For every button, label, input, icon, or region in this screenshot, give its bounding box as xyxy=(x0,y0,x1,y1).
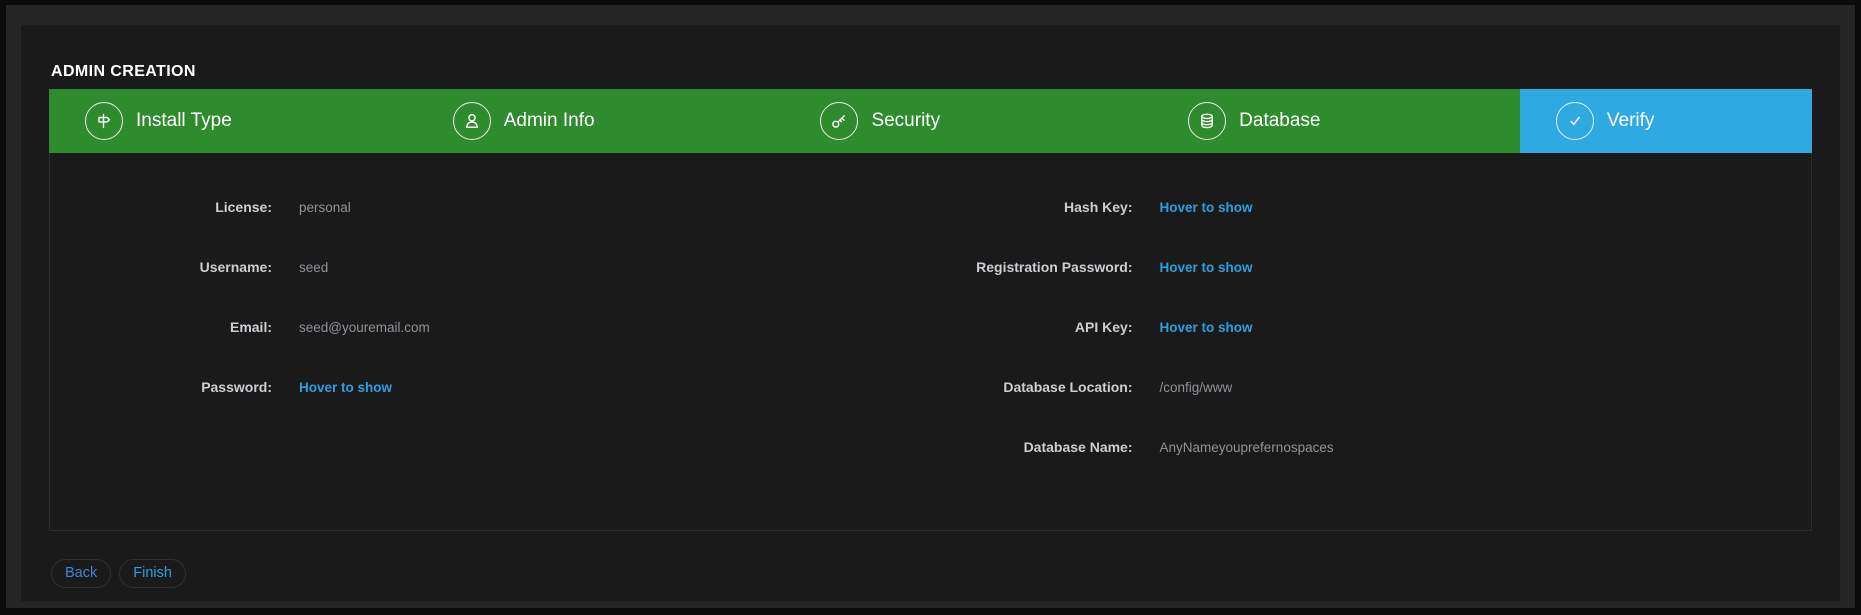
field-label: Hash Key: xyxy=(931,199,1133,215)
step-install-type[interactable]: Install Type xyxy=(49,89,417,153)
field-label: Database Name: xyxy=(931,439,1133,455)
field-label: Username: xyxy=(50,259,272,275)
field-database-location: Database Location: /config/www xyxy=(931,357,1812,417)
key-icon xyxy=(820,102,858,140)
field-value: personal xyxy=(272,200,931,215)
step-label: Install Type xyxy=(136,110,232,132)
field-label: Registration Password: xyxy=(931,259,1133,275)
screen: ADMIN CREATION Install Type xyxy=(0,0,1861,615)
api-key-hover-to-show[interactable]: Hover to show xyxy=(1133,320,1812,335)
password-hover-to-show[interactable]: Hover to show xyxy=(272,380,931,395)
field-value: seed@youremail.com xyxy=(272,320,931,335)
wizard-footer: Back Finish xyxy=(51,559,1812,588)
field-label: License: xyxy=(50,199,272,215)
field-hash-key: Hash Key: Hover to show xyxy=(931,177,1812,237)
registration-password-hover-to-show[interactable]: Hover to show xyxy=(1133,260,1812,275)
field-database-name: Database Name: AnyNameyouprefernospaces xyxy=(931,417,1812,477)
field-value: seed xyxy=(272,260,931,275)
field-api-key: API Key: Hover to show xyxy=(931,297,1812,357)
step-label: Database xyxy=(1239,110,1320,132)
summary-right-column: Hash Key: Hover to show Registration Pas… xyxy=(931,177,1812,530)
field-license: License: personal xyxy=(50,177,931,237)
finish-button[interactable]: Finish xyxy=(119,559,186,588)
field-username: Username: seed xyxy=(50,237,931,297)
step-verify[interactable]: Verify xyxy=(1520,89,1812,153)
field-label: Email: xyxy=(50,319,272,335)
hash-key-hover-to-show[interactable]: Hover to show xyxy=(1133,200,1812,215)
back-button[interactable]: Back xyxy=(51,559,111,588)
field-value: /config/www xyxy=(1133,380,1812,395)
page-background: ADMIN CREATION Install Type xyxy=(6,5,1855,608)
field-label: Password: xyxy=(50,379,272,395)
check-icon xyxy=(1556,102,1594,140)
page-title: ADMIN CREATION xyxy=(51,63,1812,81)
step-label: Security xyxy=(871,110,940,132)
step-label: Verify xyxy=(1607,110,1655,132)
field-registration-password: Registration Password: Hover to show xyxy=(931,237,1812,297)
step-database[interactable]: Database xyxy=(1152,89,1520,153)
field-password: Password: Hover to show xyxy=(50,357,931,417)
signpost-icon xyxy=(85,102,123,140)
step-admin-info[interactable]: Admin Info xyxy=(417,89,785,153)
step-label: Admin Info xyxy=(504,110,595,132)
database-icon xyxy=(1188,102,1226,140)
summary-left-column: License: personal Username: seed Email: … xyxy=(50,177,931,530)
admin-creation-card: ADMIN CREATION Install Type xyxy=(21,25,1840,601)
step-security[interactable]: Security xyxy=(784,89,1152,153)
verify-summary-panel: License: personal Username: seed Email: … xyxy=(49,153,1812,531)
user-icon xyxy=(453,102,491,140)
field-email: Email: seed@youremail.com xyxy=(50,297,931,357)
field-label: API Key: xyxy=(931,319,1133,335)
field-value: AnyNameyouprefernospaces xyxy=(1133,440,1812,455)
field-label: Database Location: xyxy=(931,379,1133,395)
wizard-step-bar: Install Type Admin Info xyxy=(49,89,1812,153)
